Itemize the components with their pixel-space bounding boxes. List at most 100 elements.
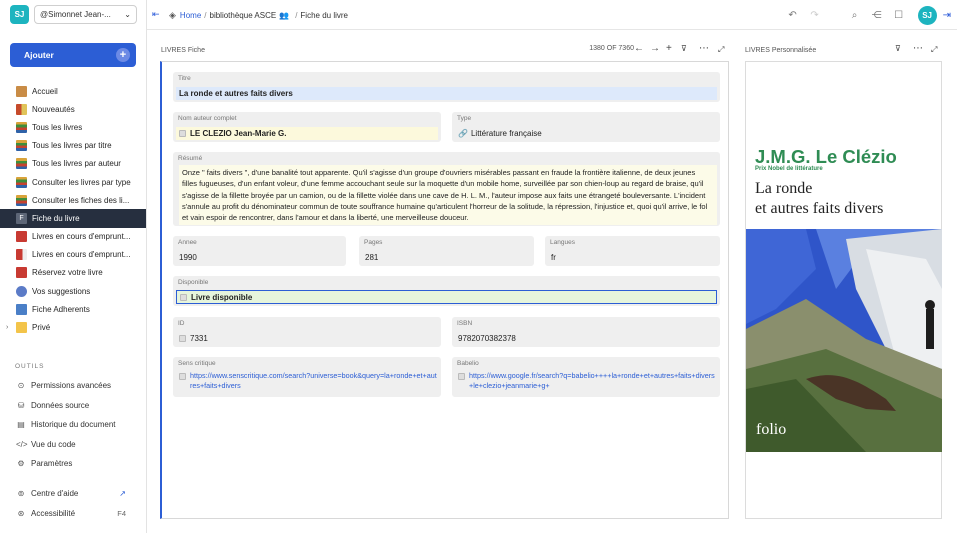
search-icon[interactable]: ⌕ <box>847 10 863 21</box>
database-icon: ⛁ <box>17 400 25 410</box>
babelio-link[interactable]: https://www.google.fr/search?q=babelio++… <box>469 371 717 391</box>
main-section-header: LIVRES Fiche 1380 OF 7360 ← → + ⊽ ⋯ ⤢ <box>161 43 729 58</box>
cover-title: La ronde et autres faits divers <box>755 180 884 217</box>
user-avatar[interactable]: SJ <box>917 5 937 25</box>
people-icon <box>16 303 27 315</box>
comments-icon[interactable]: ☐ <box>891 10 907 21</box>
new-books-icon <box>16 103 27 115</box>
breadcrumb-doc[interactable]: bibliothèque ASCE <box>210 11 277 20</box>
add-button[interactable]: Ajouter + <box>10 43 136 67</box>
collapse-right-panel-icon[interactable]: ⇥ <box>943 10 951 21</box>
expand-icon[interactable]: ⤢ <box>718 45 724 55</box>
babelio-value[interactable]: https://www.google.fr/search?q=babelio++… <box>455 371 717 395</box>
annee-value[interactable]: 1990 <box>176 251 343 264</box>
pages-nav: Accueil Nouveautés Tous les livres Tous … <box>0 82 146 337</box>
nav-item-fiches[interactable]: Consulter les fiches des li... <box>0 191 146 209</box>
books-icon <box>16 176 27 188</box>
sort-filter-icon[interactable]: ⊽ <box>681 44 687 53</box>
breadcrumb-home[interactable]: Home <box>180 11 201 20</box>
chevron-down-icon: ⌄ <box>124 10 131 19</box>
more-icon[interactable]: ⋯ <box>699 43 709 54</box>
nav-item-accueil[interactable]: Accueil <box>0 82 146 100</box>
add-button-label: Ajouter <box>24 50 54 60</box>
sens-critique-value[interactable]: https://www.senscritique.com/search?univ… <box>176 371 438 395</box>
redo-icon[interactable]: ↷ <box>807 10 823 21</box>
field-annee: Annee 1990 <box>173 236 346 266</box>
left-panel: SJ @Simonnet Jean-... ⌄ Ajouter + Accuei… <box>0 0 147 533</box>
auteur-value[interactable]: LE CLEZIO Jean-Marie G. <box>176 127 438 140</box>
nav-item-nouveautes[interactable]: Nouveautés <box>0 100 146 118</box>
nav-item-par-type[interactable]: Consulter les livres par type <box>0 173 146 191</box>
accessibility-shortcut: F4 <box>117 508 126 518</box>
arrow-right-icon[interactable]: → <box>650 43 660 54</box>
red-book-icon <box>16 267 27 279</box>
bottom-links: ⊚ Centre d'aide ↗ ⊛ Accessibilité F4 <box>0 484 146 523</box>
type-value[interactable]: 🔗 Littérature française <box>455 127 717 140</box>
nav-item-suggestions[interactable]: Vos suggestions <box>0 282 146 300</box>
share-icon[interactable]: ⋲ <box>869 10 885 21</box>
page-f-icon: F <box>16 212 27 224</box>
titre-value[interactable]: La ronde et autres faits divers <box>176 87 717 100</box>
red-book-icon <box>16 231 27 243</box>
home-icon <box>16 85 27 97</box>
user-icon <box>16 285 27 297</box>
nav-item-emprunt-1[interactable]: Livres en cours d'emprunt... <box>0 228 146 246</box>
chevron-right-icon[interactable]: › <box>6 324 8 331</box>
folder-icon <box>16 322 27 334</box>
add-record-icon[interactable]: + <box>666 43 672 54</box>
record-card: Titre La ronde et autres faits divers No… <box>160 61 729 519</box>
top-bar-actions: ↶ ↷ ⌕ ⋲ ☐ SJ ⇥ <box>782 4 957 26</box>
help-center-link[interactable]: ⊚ Centre d'aide ↗ <box>0 484 146 504</box>
pages-value[interactable]: 281 <box>362 251 531 264</box>
books-icon <box>16 140 27 152</box>
nav-item-emprunt-2[interactable]: Livres en cours d'emprunt... <box>0 246 146 264</box>
resume-value[interactable]: Onze " faits divers ", d'une banalité to… <box>179 165 717 226</box>
nav-item-prive[interactable]: › Privé <box>0 318 146 336</box>
breadcrumb-page: Fiche du livre <box>300 11 348 20</box>
accessibility-link[interactable]: ⊛ Accessibilité F4 <box>0 504 146 524</box>
field-titre: Titre La ronde et autres faits divers <box>173 72 720 102</box>
field-disponible: Disponible Livre disponible <box>173 276 720 306</box>
isbn-value[interactable]: 9782070382378 <box>455 332 717 345</box>
books-icon <box>16 121 27 133</box>
cover-prize: Prix Nobel de littérature <box>755 166 823 172</box>
right-section-header: LIVRES Personnalisée ⊽ ⋯ ⤢ <box>745 43 943 58</box>
nav-item-tous-les-livres[interactable]: Tous les livres <box>0 118 146 136</box>
nav-item-adherents[interactable]: Fiche Adherents <box>0 300 146 318</box>
external-link-icon: ↗ <box>119 489 126 499</box>
sort-filter-icon[interactable]: ⊽ <box>895 44 901 53</box>
sens-critique-link[interactable]: https://www.senscritique.com/search?univ… <box>190 371 438 391</box>
tool-parametres[interactable]: ⚙ Paramètres <box>0 454 146 474</box>
main-section-title: LIVRES Fiche <box>161 47 205 54</box>
more-icon[interactable]: ⋯ <box>913 43 923 54</box>
id-value[interactable]: 7331 <box>176 332 438 345</box>
expand-icon[interactable]: ⤢ <box>931 45 937 55</box>
tool-donnees-source[interactable]: ⛁ Données source <box>0 396 146 416</box>
langues-value[interactable]: fr <box>548 251 717 264</box>
cover-photo-image <box>746 229 942 452</box>
nav-item-reservez[interactable]: Réservez votre livre <box>0 264 146 282</box>
right-section-title: LIVRES Personnalisée <box>745 47 817 54</box>
nav-item-par-auteur[interactable]: Tous les livres par auteur <box>0 155 146 173</box>
tool-permissions[interactable]: ⊙ Permissions avancées <box>0 376 146 396</box>
reference-icon <box>180 293 187 301</box>
field-babelio: Babelio https://www.google.fr/search?q=b… <box>452 357 720 397</box>
field-resume: Résumé Onze " faits divers ", d'une bana… <box>173 152 720 226</box>
plus-icon: + <box>116 48 130 62</box>
tool-historique[interactable]: ▤ Historique du document <box>0 415 146 435</box>
workspace-select[interactable]: @Simonnet Jean-... ⌄ <box>34 5 137 24</box>
field-auteur: Nom auteur complet LE CLEZIO Jean-Marie … <box>173 112 441 142</box>
books-icon <box>16 158 27 170</box>
disponible-value[interactable]: Livre disponible <box>176 290 717 304</box>
record-pager: 1380 OF 7360 <box>589 45 634 52</box>
nav-item-fiche-du-livre[interactable]: F Fiche du livre <box>0 209 146 228</box>
workspace-switcher[interactable]: SJ @Simonnet Jean-... ⌄ <box>10 5 137 24</box>
gear-icon: ⚙ <box>17 459 25 469</box>
field-id: ID 7331 <box>173 317 441 347</box>
arrow-left-icon[interactable]: ← <box>634 43 644 54</box>
lock-icon <box>458 373 465 380</box>
tool-vue-du-code[interactable]: </> Vue du code <box>0 435 146 455</box>
nav-item-par-titre[interactable]: Tous les livres par titre <box>0 137 146 155</box>
undo-icon[interactable]: ↶ <box>785 10 801 21</box>
code-icon: </> <box>16 439 28 449</box>
